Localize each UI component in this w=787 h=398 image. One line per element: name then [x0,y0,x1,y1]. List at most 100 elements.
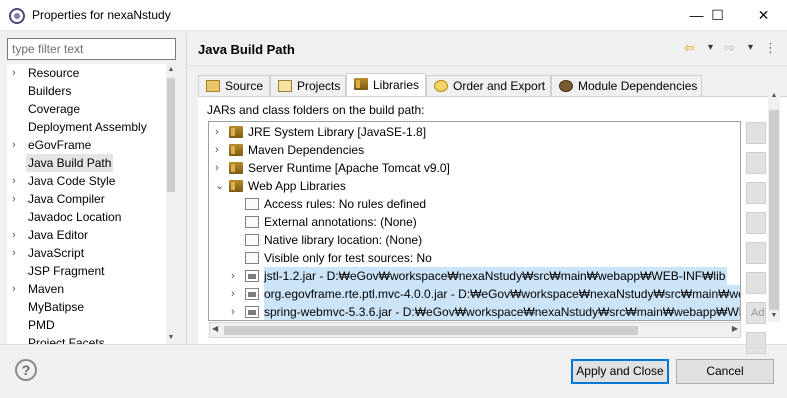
sidebar-item[interactable]: JSP Fragment [7,262,159,280]
sidebar-item[interactable]: › eGovFrame [7,136,159,154]
sidebar-item[interactable]: › Resource [7,64,159,82]
chevron-right-icon[interactable]: › [215,141,225,159]
help-icon[interactable]: ? [15,359,37,381]
library-action-button[interactable]: Ad [746,302,766,324]
more-options-icon[interactable]: ⋮ [764,40,777,56]
chevron-right-icon[interactable]: › [12,244,22,262]
chevron-right-icon[interactable]: › [12,172,22,190]
tab-label: Module Dependencies [578,79,698,93]
apply-and-close-button[interactable]: Apply and Close [571,359,669,384]
sidebar-item[interactable]: › Java Compiler [7,190,159,208]
sidebar-item[interactable]: › Java Code Style [7,172,159,190]
sidebar-item-label: JSP Fragment [28,264,105,278]
back-arrow-icon[interactable]: ⇦ [684,40,695,56]
pane-divider[interactable] [186,33,187,344]
tab-order-export[interactable]: Order and Export [426,75,551,97]
forward-menu-icon[interactable]: ▾ [748,42,753,53]
scroll-up-icon[interactable]: ▲ [768,90,780,102]
tab-projects[interactable]: Projects [270,75,346,97]
chevron-right-icon[interactable]: › [12,64,22,82]
sidebar-item[interactable]: › Maven [7,280,159,298]
sidebar-item-label: JavaScript [28,246,85,260]
sidebar-item[interactable]: Deployment Assembly [7,118,159,136]
chevron-right-icon[interactable]: › [231,285,241,303]
back-menu-icon[interactable]: ▾ [708,42,713,53]
sidebar-item-label: Java Editor [28,228,89,242]
title-bar: Properties for nexaNstudy — ☐ ✕ [0,0,787,31]
chevron-down-icon[interactable]: ⌄ [215,177,225,195]
order-export-icon [434,80,448,92]
scroll-thumb[interactable] [769,110,779,310]
scroll-down-icon[interactable]: ▼ [166,332,176,344]
chevron-right-icon[interactable]: › [231,303,241,320]
chevron-right-icon[interactable]: › [12,280,22,298]
library-action-button[interactable] [746,272,766,294]
libraries-tree[interactable]: › JRE System Library [JavaSE-1.8] › Maven D… [208,121,741,321]
scroll-up-icon[interactable]: ▲ [166,64,176,76]
chevron-right-icon[interactable]: › [215,123,225,141]
chevron-right-icon[interactable]: › [215,159,225,177]
sidebar-item[interactable]: Project Facets [7,334,159,344]
chevron-right-icon[interactable]: › [12,190,22,208]
sidebar-item-label: Maven [28,282,65,296]
cancel-button[interactable]: Cancel [676,359,774,384]
sidebar-item[interactable]: PMD [7,316,159,334]
tree-scrollbar[interactable]: ▲ ▼ [166,64,176,344]
scroll-thumb[interactable] [167,78,175,192]
sidebar-item-label: Resource [28,66,80,80]
scroll-thumb[interactable] [224,326,638,335]
tab-module-dependencies[interactable]: Module Dependencies [551,75,702,97]
forward-arrow-icon[interactable]: ⇨ [724,40,735,56]
sidebar-item[interactable]: › Java Editor [7,226,159,244]
tab-label: Libraries [373,78,420,92]
jar-icon [245,288,259,300]
library-tree-label: External annotations: (None) [264,215,417,229]
library-icon [229,180,243,192]
tab-label: Source [225,79,264,93]
chevron-right-icon[interactable]: › [12,226,22,244]
source-folder-icon [206,80,220,92]
native-library-icon [245,234,259,246]
library-action-button[interactable] [746,152,766,174]
filter-input[interactable] [7,38,176,60]
library-action-button[interactable] [746,242,766,264]
window-title: Properties for nexaNstudy [32,8,171,22]
page-title: Java Build Path [198,42,295,57]
sidebar-item-label: eGovFrame [28,138,92,152]
scroll-down-icon[interactable]: ▼ [768,310,780,322]
tab-libraries[interactable]: Libraries [346,73,426,97]
header-separator [187,65,787,66]
libraries-horizontal-scrollbar[interactable]: ◀ ▶ [209,322,741,338]
library-tree-label: jstl-1.2.jar - D:₩eGov₩workspace₩nexaNst… [264,267,728,285]
sidebar-item[interactable]: › JavaScript [7,244,159,262]
library-icon [229,144,243,156]
scroll-right-icon[interactable]: ▶ [732,324,738,333]
tab-label: Order and Export [453,79,546,93]
sidebar-item-label: Java Build Path [26,154,114,172]
test-sources-icon [245,252,259,264]
chevron-right-icon[interactable]: › [12,136,22,154]
jar-icon [245,270,259,282]
library-tree-label: Native library location: (None) [264,233,423,247]
sidebar-item[interactable]: Java Build Path [7,154,159,172]
sidebar-item[interactable]: MyBatipse [7,298,159,316]
close-button[interactable]: ✕ [741,0,786,31]
scroll-left-icon[interactable]: ◀ [212,324,218,333]
sidebar-item[interactable]: Coverage [7,100,159,118]
build-path-description: JARs and class folders on the build path… [207,103,425,117]
panel-vertical-scrollbar[interactable]: ▲ ▼ [768,90,780,322]
library-action-button[interactable] [746,332,766,354]
tab-source[interactable]: Source [198,75,270,97]
access-rules-icon [245,198,259,210]
library-tree-label: Web App Libraries [248,179,346,193]
library-action-button[interactable] [746,212,766,234]
sidebar-item[interactable]: Builders [7,82,159,100]
chevron-right-icon[interactable]: › [231,267,241,285]
sidebar-item-label: Builders [28,84,72,98]
library-action-button[interactable] [746,122,766,144]
maximize-button[interactable]: ☐ [695,0,740,31]
annotations-icon [245,216,259,228]
sidebar-item-label: Javadoc Location [28,210,122,224]
sidebar-item[interactable]: Javadoc Location [7,208,159,226]
library-action-button[interactable] [746,182,766,204]
